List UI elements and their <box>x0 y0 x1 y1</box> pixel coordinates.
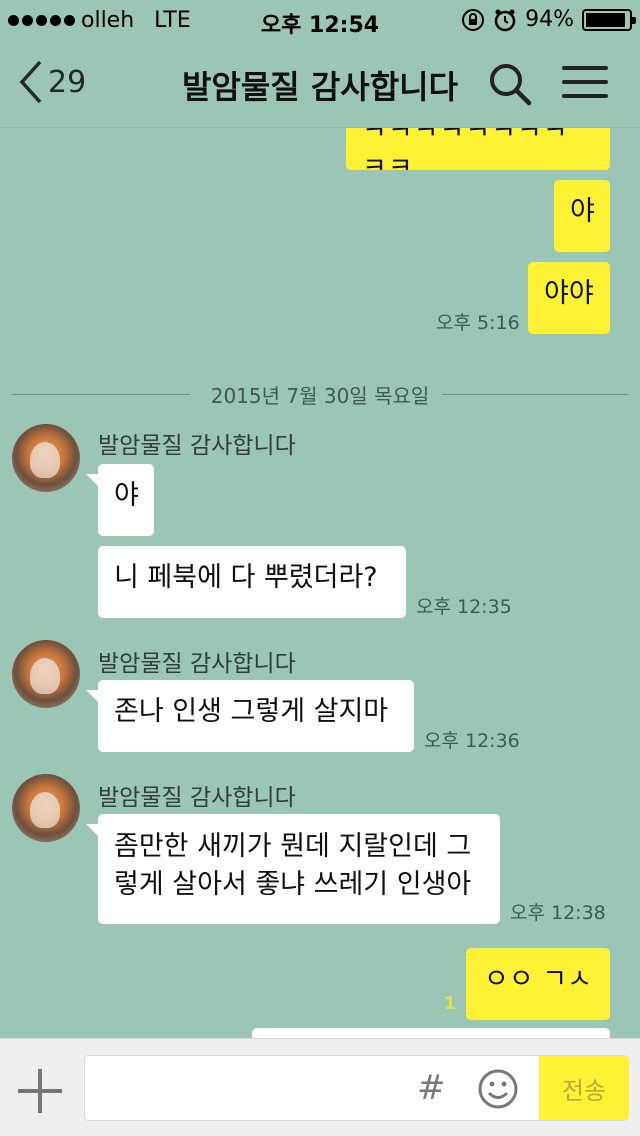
avatar[interactable] <box>12 424 80 492</box>
message-input-bar: # 전송 <box>0 1038 640 1136</box>
alarm-icon <box>494 9 516 31</box>
divider-line-right <box>442 394 628 395</box>
message-text: 야야 <box>544 278 594 309</box>
message-text: ㅇㅇ ㄱㅅ <box>484 964 592 995</box>
message-input[interactable] <box>97 1068 407 1110</box>
smiley-icon <box>478 1069 518 1109</box>
message-time: 오후 5:16 <box>436 312 520 334</box>
chat-title: 발암물질 감사합니다 <box>181 68 459 106</box>
sender-name: 발암물질 감사합니다 <box>98 785 296 811</box>
rotation-lock-icon <box>462 8 485 31</box>
avatar[interactable] <box>12 774 80 842</box>
message-bubble-mine[interactable]: 야야 <box>528 262 610 334</box>
menu-button[interactable] <box>562 66 608 102</box>
message-bubble-mine[interactable]: 야 <box>554 180 610 252</box>
status-right: 94% <box>461 7 636 32</box>
send-button[interactable]: 전송 <box>539 1056 629 1120</box>
message-bubble-theirs[interactable]: 좀만한 새끼가 뭔데 지랄인데 그 렇게 살아서 좋냐 쓰레기 인생아 <box>86 814 500 924</box>
message-text-line: 좀만한 새끼가 뭔데 지랄인데 그 <box>114 831 472 862</box>
message-text: 존나 인생 그렇게 살지마 <box>114 696 389 727</box>
message-bubble-theirs[interactable]: 야 <box>86 464 154 536</box>
message-time: 오후 12:35 <box>416 596 512 618</box>
message-field-container: # 전송 <box>84 1055 629 1121</box>
message-text-line: 렇게 살아서 좋냐 쓰레기 인생아 <box>114 869 472 900</box>
hamburger-icon <box>562 66 608 70</box>
avatar[interactable] <box>12 640 80 708</box>
message-text: 야 <box>570 196 595 227</box>
sender-name: 발암물질 감사합니다 <box>98 651 296 677</box>
status-bar: olleh LTE 오후 12:54 94% <box>0 0 640 40</box>
add-attachment-button[interactable] <box>18 1069 62 1113</box>
unread-count: 1 <box>444 994 456 1014</box>
hashtag-button[interactable]: # <box>417 1068 446 1108</box>
emoticon-button[interactable] <box>477 1068 519 1110</box>
message-text: 야 <box>114 480 139 511</box>
search-icon <box>490 64 532 106</box>
message-time: 오후 12:36 <box>424 730 520 752</box>
battery-fill <box>586 12 626 27</box>
sender-name: 발암물질 감사합니다 <box>98 433 296 459</box>
message-bubble-theirs[interactable]: 존나 인생 그렇게 살지마 <box>86 680 414 752</box>
date-divider: 2015년 7월 30일 목요일 <box>12 380 628 410</box>
message-text: 니 페북에 다 뿌렸더라? <box>114 562 378 593</box>
message-bubble-theirs[interactable] <box>252 1028 610 1038</box>
chat-header: 29 발암물질 감사합니다 <box>0 40 640 128</box>
battery-percent: 94% <box>525 7 574 32</box>
message-bubble-theirs[interactable]: 니 페북에 다 뿌렸더라? <box>98 546 406 618</box>
message-time: 오후 12:38 <box>510 902 606 924</box>
chat-messages[interactable]: 뭐? ㅋㅋㅋㅋㅋㅋㅋㅋㅋㅋ 야 오후 5:16 야야 2015년 7월 30일 … <box>0 0 640 1038</box>
search-button[interactable] <box>488 62 532 106</box>
battery-icon <box>582 8 636 31</box>
message-bubble-mine[interactable]: ㅇㅇ ㄱㅅ <box>466 948 610 1020</box>
